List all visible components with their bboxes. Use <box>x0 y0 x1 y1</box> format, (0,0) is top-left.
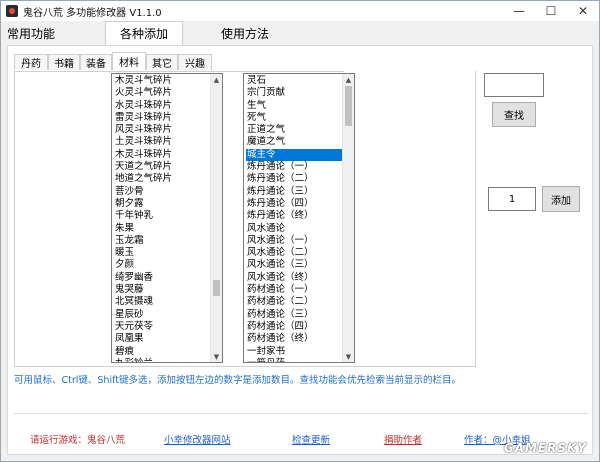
list-item[interactable]: 一封家书 <box>246 346 342 358</box>
list-item[interactable]: 凤凰果 <box>114 333 210 345</box>
list-item[interactable]: 九彩铃兰 <box>114 358 210 362</box>
search-input[interactable] <box>484 73 544 97</box>
add-panel: 丹药 书籍 装备 材料 其它 兴趣 木灵斗气碎片 火灵斗气碎片 水灵斗珠碎片 雷灵斗珠… <box>7 45 593 455</box>
list-item[interactable]: 鬼哭藤 <box>114 284 210 296</box>
list-item[interactable]: 夕颜 <box>114 259 210 271</box>
scroll-thumb[interactable] <box>213 280 220 296</box>
scroll-thumb[interactable] <box>345 86 352 126</box>
list-item[interactable]: 炼丹通论（一） <box>246 161 342 173</box>
check-update-link[interactable]: 检查更新 <box>292 432 330 446</box>
tab-pills[interactable]: 丹药 <box>14 54 48 70</box>
tab-other[interactable]: 其它 <box>146 54 178 70</box>
list-item[interactable]: 药材通论（三） <box>246 309 342 321</box>
tab-usage[interactable]: 使用方法 <box>217 22 273 44</box>
list-item[interactable]: 死气 <box>246 112 342 124</box>
usage-hint: 可用鼠标、Ctrl键、Shift键多选，添加按钮左边的数字是添加数目。查找功能会… <box>14 375 461 386</box>
tab-common[interactable]: 常用功能 <box>5 22 57 44</box>
list-item[interactable]: 暖玉 <box>114 247 210 259</box>
list-item[interactable]: 宗门贡献 <box>246 87 342 99</box>
list-item[interactable]: 天道之气碎片 <box>114 161 210 173</box>
list-item[interactable]: 风水通论（三） <box>246 259 342 271</box>
app-window: 鬼谷八荒 多功能修改器 V1.1.0 — ☐ ✕ 常用功能 各种添加 使用方法 … <box>0 0 600 462</box>
maximize-button[interactable]: ☐ <box>535 1 567 21</box>
list-item[interactable]: 北冥摄魂 <box>114 296 210 308</box>
tab-add[interactable]: 各种添加 <box>105 21 183 45</box>
list-item[interactable]: 炼丹通论（终） <box>246 210 342 222</box>
list-item[interactable]: 灵石 <box>246 75 342 87</box>
donate-link[interactable]: 捐助作者 <box>384 432 422 446</box>
watermark: GAMERSKY <box>503 441 587 455</box>
divider <box>14 413 588 414</box>
list-item[interactable]: 雷灵斗珠碎片 <box>114 112 210 124</box>
title-bar: 鬼谷八荒 多功能修改器 V1.1.0 — ☐ ✕ <box>1 1 599 21</box>
list-item[interactable]: 菩沙骨 <box>114 186 210 198</box>
list-item[interactable]: 药材通论（四） <box>246 321 342 333</box>
material-list-scrollbar[interactable]: ▲ ▼ <box>210 74 222 362</box>
list-item[interactable]: 玉龙霜 <box>114 235 210 247</box>
list-item[interactable]: 风水通论（一） <box>246 235 342 247</box>
list-item[interactable]: 正道之气 <box>246 124 342 136</box>
scroll-up-arrow-icon[interactable]: ▲ <box>211 74 222 85</box>
tab-materials[interactable]: 材料 <box>112 52 146 70</box>
list-item[interactable]: 生气 <box>246 100 342 112</box>
list-item[interactable]: 风水通论（终） <box>246 272 342 284</box>
scroll-up-arrow-icon[interactable]: ▲ <box>343 74 354 85</box>
app-icon <box>6 5 18 17</box>
list-item[interactable]: 风水通论（二） <box>246 247 342 259</box>
quantity-input[interactable]: 1 <box>488 187 536 211</box>
list-item[interactable]: 地道之气碎片 <box>114 173 210 185</box>
list-item[interactable]: 城主令 <box>246 148 342 162</box>
list-item[interactable]: 碧痕 <box>114 346 210 358</box>
search-button[interactable]: 查找 <box>492 102 536 127</box>
window-title: 鬼谷八荒 多功能修改器 V1.1.0 <box>23 7 162 19</box>
list-item[interactable]: 火灵斗气碎片 <box>114 87 210 99</box>
main-tabs: 常用功能 各种添加 使用方法 <box>1 21 599 45</box>
list-item[interactable]: 木灵斗气碎片 <box>114 75 210 87</box>
item-list[interactable]: 灵石 宗门贡献 生气 死气 正道之气 魔道之气 城主令 炼丹通论（一） 炼丹通论（二） 炼丹通论（… <box>243 73 355 363</box>
list-item[interactable]: 魔道之气 <box>246 136 342 148</box>
tab-books[interactable]: 书籍 <box>48 54 80 70</box>
add-button[interactable]: 添加 <box>542 186 580 212</box>
list-item[interactable]: 千年钟乳 <box>114 210 210 222</box>
list-item[interactable]: 药材通论（一） <box>246 284 342 296</box>
category-tabs: 丹药 书籍 装备 材料 其它 兴趣 <box>14 52 344 72</box>
list-item[interactable]: 绮罗幽香 <box>114 272 210 284</box>
tab-equipment[interactable]: 装备 <box>80 54 112 70</box>
list-item[interactable]: 风灵斗珠碎片 <box>114 124 210 136</box>
website-link[interactable]: 小幸修改器网站 <box>164 432 231 446</box>
list-item[interactable]: 朝夕露 <box>114 198 210 210</box>
item-list-scrollbar[interactable]: ▲ ▼ <box>342 74 354 362</box>
list-item[interactable]: 炼丹通论（二） <box>246 173 342 185</box>
list-item[interactable]: 星辰砂 <box>114 309 210 321</box>
category-content: 木灵斗气碎片 火灵斗气碎片 水灵斗珠碎片 雷灵斗珠碎片 风灵斗珠碎片 土灵斗珠碎片 木灵斗珠… <box>14 71 476 367</box>
list-item[interactable]: 炼丹通论（四） <box>246 198 342 210</box>
window-controls: — ☐ ✕ <box>503 1 599 21</box>
scroll-down-arrow-icon[interactable]: ▼ <box>343 351 354 362</box>
material-list-items: 木灵斗气碎片 火灵斗气碎片 水灵斗珠碎片 雷灵斗珠碎片 风灵斗珠碎片 土灵斗珠碎片 木灵斗珠… <box>114 75 210 362</box>
list-item[interactable]: 木灵斗珠碎片 <box>114 149 210 161</box>
list-item[interactable]: 风水通论 <box>246 223 342 235</box>
list-item[interactable]: 药材通论（终） <box>246 333 342 345</box>
game-status: 请运行游戏：鬼谷八荒 <box>30 435 126 446</box>
list-item[interactable]: 药材通论（二） <box>246 296 342 308</box>
list-item[interactable]: 天元茯苓 <box>114 321 210 333</box>
minimize-button[interactable]: — <box>503 1 535 21</box>
list-item[interactable]: 水灵斗珠碎片 <box>114 100 210 112</box>
close-button[interactable]: ✕ <box>567 1 599 21</box>
list-item[interactable]: 炼丹通论（三） <box>246 186 342 198</box>
scroll-down-arrow-icon[interactable]: ▼ <box>211 351 222 362</box>
item-list-items: 灵石 宗门贡献 生气 死气 正道之气 魔道之气 城主令 炼丹通论（一） 炼丹通论（二） 炼丹通论（… <box>246 75 342 362</box>
list-item[interactable]: 土灵斗珠碎片 <box>114 136 210 148</box>
material-list[interactable]: 木灵斗气碎片 火灵斗气碎片 水灵斗珠碎片 雷灵斗珠碎片 风灵斗珠碎片 土灵斗珠碎片 木灵斗珠… <box>111 73 223 363</box>
list-item[interactable]: 一箱丹药 <box>246 358 342 362</box>
tab-interests[interactable]: 兴趣 <box>178 54 212 70</box>
list-item[interactable]: 朱果 <box>114 223 210 235</box>
